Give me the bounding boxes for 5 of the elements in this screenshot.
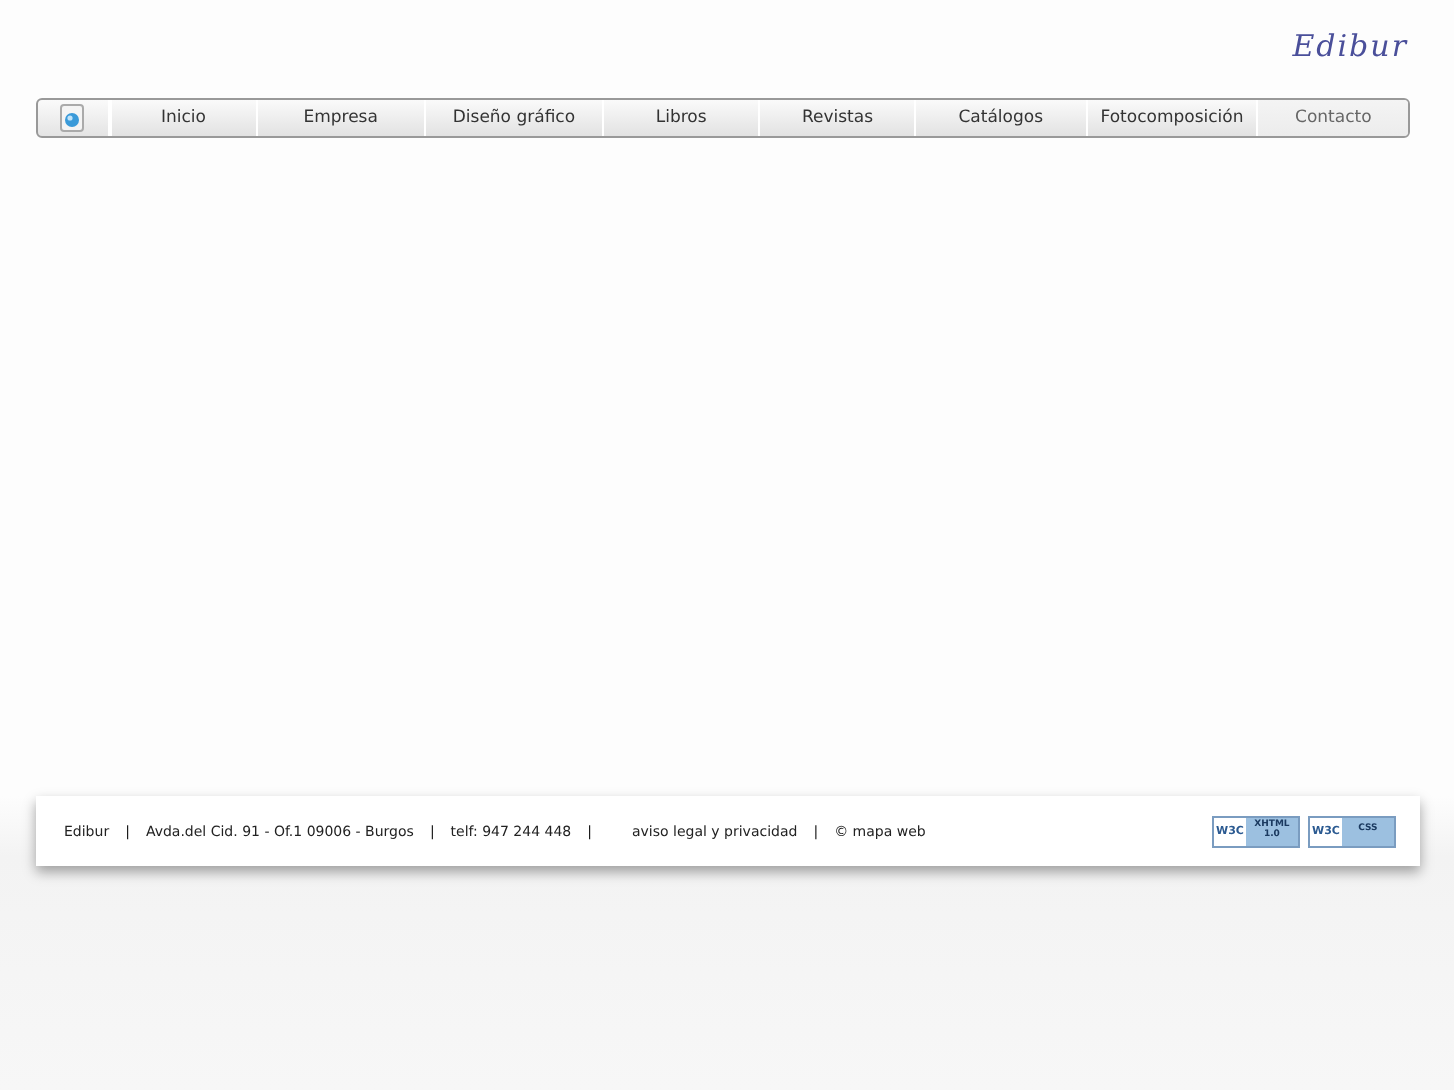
nav-tab[interactable]: Libros [601, 100, 759, 136]
nav-tab[interactable]: Fotocomposición [1085, 100, 1257, 136]
nav-tab[interactable]: Contacto [1256, 100, 1408, 136]
home-icon[interactable] [60, 104, 85, 132]
site-logo[interactable]: Edibur [1292, 28, 1408, 64]
